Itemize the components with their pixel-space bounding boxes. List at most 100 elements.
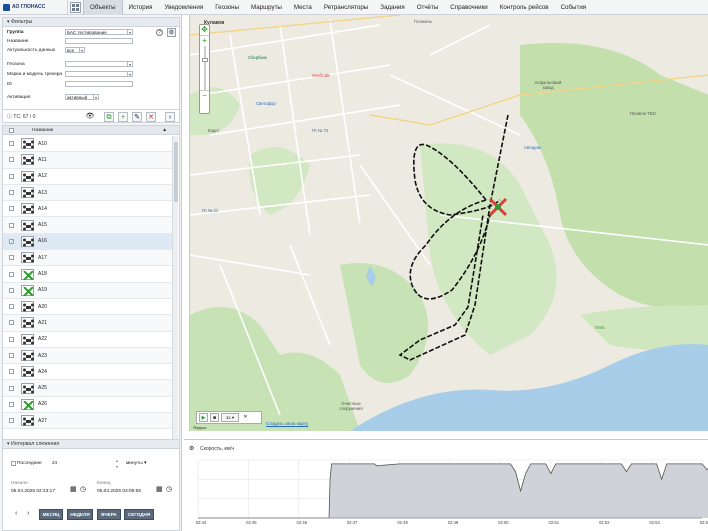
today-button[interactable]: СЕГОДНЯ [124, 509, 154, 520]
interval-header[interactable]: ▾ Интервал слежения [3, 440, 179, 449]
row-checkbox[interactable] [9, 369, 14, 375]
end-value[interactable]: 05.04.2025 03:06:55 [97, 489, 141, 494]
logo[interactable]: АО ГЛОНАСС [0, 0, 68, 15]
table-row[interactable]: A21 [3, 315, 173, 332]
group-select[interactable]: БАС тестирование ▾ [65, 29, 133, 35]
zoom-slider[interactable] [200, 46, 209, 90]
table-row[interactable]: A15 [3, 217, 173, 234]
map-canvas[interactable] [190, 15, 708, 431]
copy-icon[interactable]: ⧉ [104, 112, 114, 122]
table-row[interactable]: A17 [3, 250, 173, 267]
zoom-slider-thumb[interactable] [202, 58, 208, 62]
month-button[interactable]: МЕСЯЦ [39, 509, 63, 520]
help-icon[interactable]: ⓘ [7, 114, 12, 120]
clock-icon[interactable]: ◷ [80, 485, 86, 493]
row-checkbox[interactable] [9, 222, 14, 228]
scrollbar-thumb[interactable] [174, 142, 178, 202]
table-row[interactable]: A26 [3, 397, 173, 414]
stop-icon[interactable]: ■ [210, 413, 219, 422]
table-row[interactable]: A19 [3, 282, 173, 299]
gear-icon[interactable]: ⚙ [167, 28, 176, 37]
table-scrollbar[interactable] [172, 136, 178, 446]
calendar-icon[interactable]: ▦ [156, 485, 163, 493]
stepper-down-icon[interactable]: ▾ [116, 464, 118, 469]
table-row[interactable]: A27 [3, 413, 173, 430]
row-checkbox[interactable] [9, 173, 14, 179]
row-checkbox[interactable] [9, 320, 14, 326]
table-row[interactable]: A13 [3, 184, 173, 202]
row-checkbox[interactable] [9, 190, 14, 196]
row-checkbox[interactable] [9, 418, 14, 424]
edit-icon[interactable]: ✎ [132, 112, 142, 122]
apps-grid-icon[interactable] [70, 1, 81, 13]
tracker-select[interactable]: ▾ [65, 71, 133, 77]
clock-icon[interactable]: ◷ [166, 485, 172, 493]
row-checkbox[interactable] [9, 271, 14, 277]
table-row[interactable]: A20 [3, 299, 173, 316]
row-checkbox[interactable] [9, 141, 14, 147]
menu-item-5[interactable]: Места [288, 0, 318, 15]
menu-item-1[interactable]: История [123, 0, 159, 15]
menu-item-9[interactable]: Справочники [444, 0, 493, 15]
table-row[interactable]: A25 [3, 380, 173, 397]
speed-select[interactable]: 1x ▾ [221, 413, 239, 422]
actuality-select[interactable]: все ▾ [65, 47, 85, 53]
menu-item-7[interactable]: Задания [374, 0, 410, 15]
add-icon[interactable]: + [118, 112, 128, 122]
zoom-in-icon[interactable]: + [200, 36, 209, 46]
table-row[interactable]: A12 [3, 169, 173, 185]
chevron-left-icon[interactable]: ‹ [15, 510, 17, 517]
row-checkbox[interactable] [9, 304, 14, 310]
table-row[interactable]: A14 [3, 201, 173, 218]
menu-item-0[interactable]: Объекты [83, 0, 123, 15]
row-checkbox[interactable]: ✓ [9, 238, 14, 244]
table-row[interactable]: A22 [3, 332, 173, 348]
filters-header[interactable]: ▾ Фильтры [3, 18, 179, 27]
id-input[interactable] [65, 81, 133, 87]
start-value[interactable]: 05.04.2025 02:43:17 [11, 489, 55, 494]
menu-item-2[interactable]: Уведомления [159, 0, 210, 15]
calendar-icon[interactable]: ▦ [70, 485, 77, 493]
row-checkbox[interactable] [9, 255, 14, 261]
select-all-checkbox[interactable] [9, 127, 14, 133]
delete-icon[interactable]: ✕ [146, 112, 156, 122]
row-checkbox[interactable] [9, 336, 14, 342]
map-view[interactable]: Кулаков Голоконь Сбербанк Хлебтойг Свето… [189, 15, 708, 431]
table-row[interactable]: A23 [3, 347, 173, 365]
row-checkbox[interactable] [9, 353, 14, 358]
sort-up-icon[interactable]: ▲ [162, 128, 167, 133]
row-checkbox[interactable] [9, 401, 14, 407]
table-row[interactable]: ✓ A16 [3, 233, 173, 251]
row-checkbox[interactable] [9, 206, 14, 212]
chevron-right-icon[interactable]: › [27, 510, 29, 517]
stepper-up-icon[interactable]: ▴ [116, 458, 118, 463]
table-row[interactable]: A18 [3, 266, 173, 283]
column-name-header[interactable]: Название [32, 128, 53, 133]
activation-select[interactable]: активный ▾ [65, 94, 99, 100]
unit-select[interactable]: минуты ▾ [126, 461, 146, 466]
menu-item-10[interactable]: Контроль рейсов [494, 0, 555, 15]
menu-item-8[interactable]: Отчёты [411, 0, 445, 15]
help-icon[interactable]: ? [156, 29, 163, 36]
chevron-right-icon[interactable]: › [165, 112, 175, 122]
menu-item-4[interactable]: Маршруты [245, 0, 288, 15]
menu-item-11[interactable]: События [555, 0, 593, 15]
zoom-out-icon[interactable]: − [200, 90, 209, 100]
week-button[interactable]: НЕДЕЛЯ [67, 509, 93, 520]
row-checkbox[interactable] [9, 385, 14, 391]
pan-icon[interactable]: ✥ [200, 25, 209, 36]
yesterday-button[interactable]: ВЧЕРА [97, 509, 121, 520]
name-input[interactable] [65, 38, 133, 44]
table-row[interactable]: A11 [3, 152, 173, 169]
geozone-select[interactable]: ▾ [65, 61, 133, 67]
last-value-input[interactable]: 24 [51, 459, 121, 467]
speed-chart[interactable]: 02:44 02:45 02:46 02:47 02:48 02:49 02:50 02:51… [184, 440, 708, 531]
table-row[interactable]: A10 [3, 136, 173, 153]
table-row[interactable]: A24 [3, 364, 173, 381]
row-checkbox[interactable] [9, 157, 14, 163]
menu-item-6[interactable]: Ретрансляторы [318, 0, 374, 15]
row-checkbox[interactable] [9, 287, 14, 293]
play-icon[interactable]: ▶ [199, 413, 208, 422]
eye-icon[interactable]: 👁 [85, 112, 95, 122]
last-checkbox[interactable] [11, 461, 16, 466]
